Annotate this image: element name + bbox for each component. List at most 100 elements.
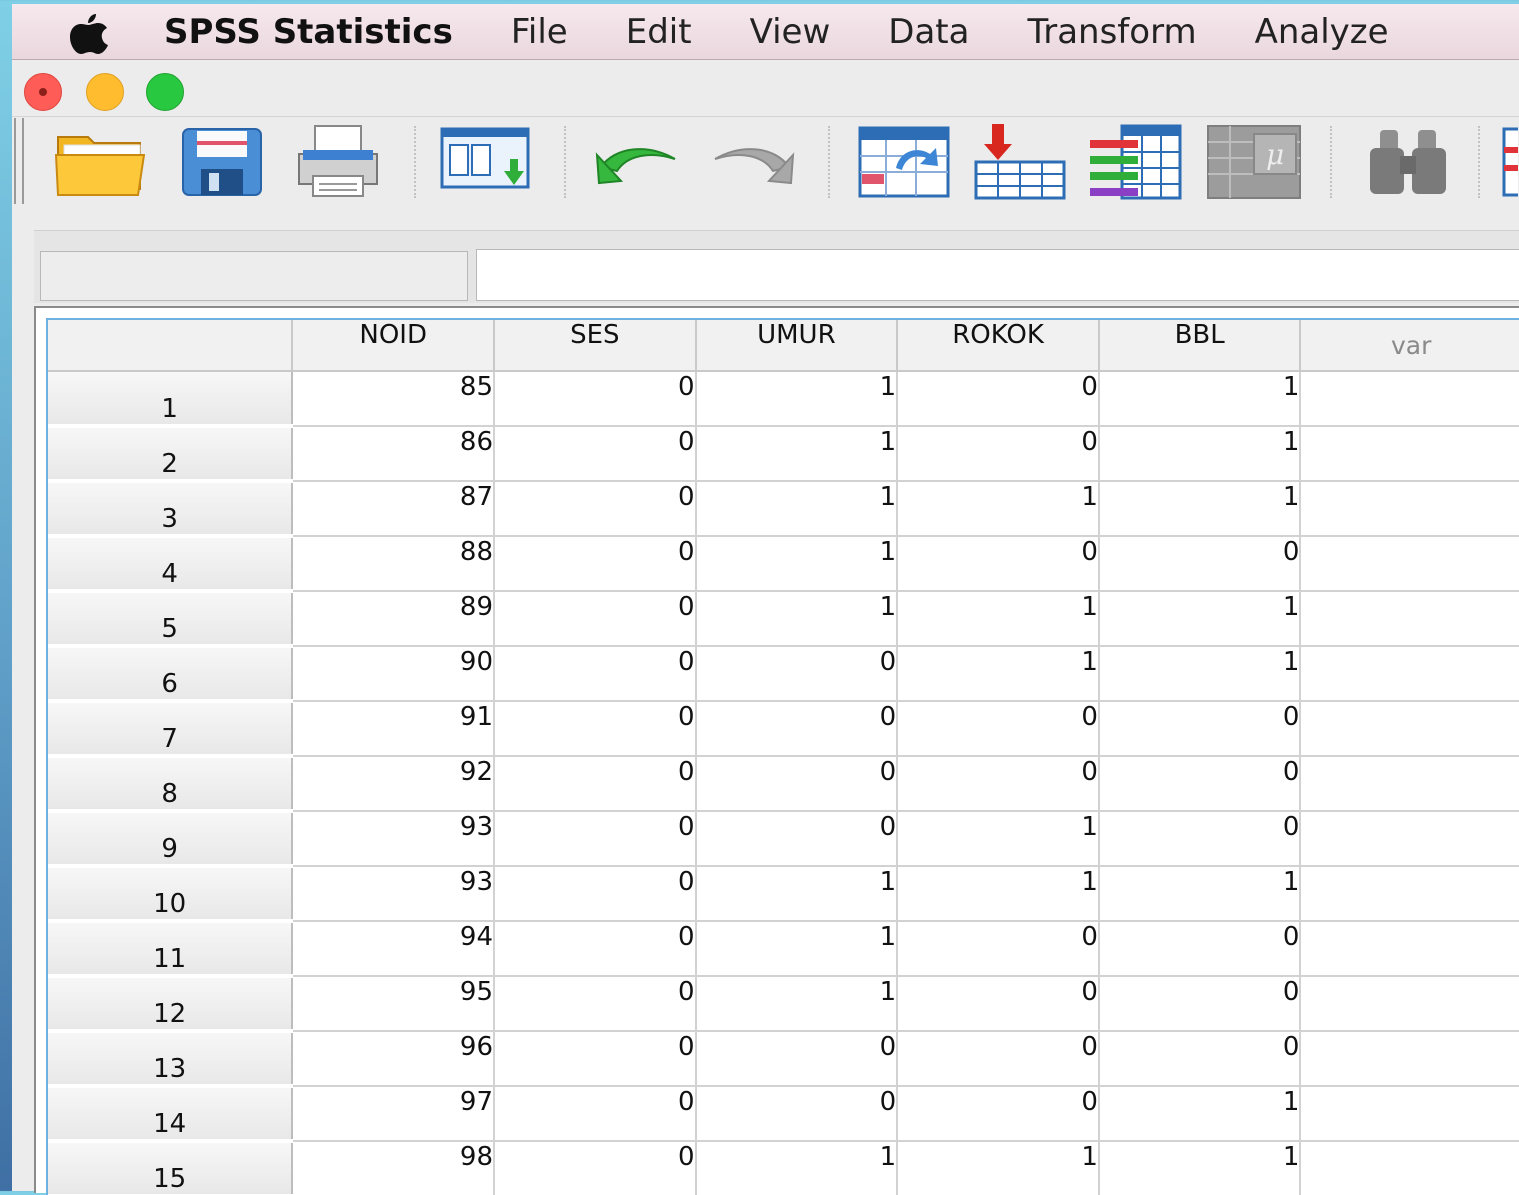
data-cell-noid[interactable]: 93 <box>292 866 495 922</box>
data-cell-rokok[interactable]: 0 <box>897 426 1100 482</box>
goto-case-icon[interactable] <box>854 122 954 202</box>
recall-dialog-icon[interactable] <box>436 122 536 202</box>
data-cell-rokok[interactable]: 0 <box>897 756 1100 812</box>
print-icon[interactable] <box>288 122 388 202</box>
undo-icon[interactable] <box>586 122 686 202</box>
data-cell-noid[interactable]: 90 <box>292 646 495 702</box>
variables-icon[interactable] <box>1086 122 1186 202</box>
data-cell-var[interactable] <box>1300 811 1519 867</box>
data-cell-ses[interactable]: 0 <box>494 811 697 867</box>
data-cell-var[interactable] <box>1300 591 1519 647</box>
row-header[interactable]: 2 <box>48 426 294 483</box>
data-cell-noid[interactable]: 87 <box>292 481 495 537</box>
row-header[interactable]: 5 <box>48 591 294 648</box>
row-header[interactable]: 4 <box>48 536 294 593</box>
data-cell-rokok[interactable]: 0 <box>897 536 1100 592</box>
data-cell-bbl[interactable]: 1 <box>1098 866 1302 922</box>
menu-transform[interactable]: Transform <box>1027 12 1196 52</box>
data-cell-rokok[interactable]: 1 <box>897 646 1100 702</box>
data-cell-var[interactable] <box>1300 1086 1519 1142</box>
data-cell-bbl[interactable]: 1 <box>1098 1086 1302 1142</box>
data-cell-noid[interactable]: 96 <box>292 1031 495 1087</box>
data-cell-var[interactable] <box>1300 371 1519 427</box>
row-header[interactable]: 7 <box>48 701 294 758</box>
data-cell-ses[interactable]: 0 <box>494 426 697 482</box>
data-cell-umur[interactable]: 1 <box>695 536 899 592</box>
menu-view[interactable]: View <box>750 12 831 52</box>
data-cell-var[interactable] <box>1300 426 1519 482</box>
data-cell-umur[interactable]: 1 <box>695 1141 899 1195</box>
column-header-rokok[interactable]: ROKOK <box>897 320 1100 372</box>
data-cell-noid[interactable]: 86 <box>292 426 495 482</box>
data-cell-rokok[interactable]: 0 <box>897 976 1100 1032</box>
data-cell-ses[interactable]: 0 <box>494 481 697 537</box>
data-cell-bbl[interactable]: 1 <box>1098 646 1302 702</box>
data-cell-bbl[interactable]: 0 <box>1098 756 1302 812</box>
column-header-var[interactable]: var <box>1300 320 1519 372</box>
data-cell-rokok[interactable]: 1 <box>897 481 1100 537</box>
data-cell-var[interactable] <box>1300 976 1519 1032</box>
run-descriptives-icon[interactable]: μ <box>1204 122 1304 202</box>
data-cell-var[interactable] <box>1300 921 1519 977</box>
data-cell-ses[interactable]: 0 <box>494 701 697 757</box>
menu-edit[interactable]: Edit <box>626 12 692 52</box>
data-cell-var[interactable] <box>1300 756 1519 812</box>
minimize-window-button[interactable] <box>86 73 124 111</box>
data-cell-umur[interactable]: 1 <box>695 371 899 427</box>
data-cell-bbl[interactable]: 1 <box>1098 481 1302 537</box>
data-cell-noid[interactable]: 95 <box>292 976 495 1032</box>
data-cell-ses[interactable]: 0 <box>494 1141 697 1195</box>
data-cell-noid[interactable]: 88 <box>292 536 495 592</box>
data-cell-bbl[interactable]: 0 <box>1098 536 1302 592</box>
data-cell-bbl[interactable]: 0 <box>1098 701 1302 757</box>
menu-analyze[interactable]: Analyze <box>1255 12 1389 52</box>
data-cell-ses[interactable]: 0 <box>494 646 697 702</box>
close-window-button[interactable] <box>24 73 62 111</box>
data-cell-umur[interactable]: 1 <box>695 481 899 537</box>
data-cell-rokok[interactable]: 0 <box>897 1031 1100 1087</box>
data-cell-umur[interactable]: 1 <box>695 591 899 647</box>
data-cell-var[interactable] <box>1300 701 1519 757</box>
data-cell-umur[interactable]: 1 <box>695 976 899 1032</box>
open-folder-icon[interactable] <box>54 122 154 202</box>
data-cell-noid[interactable]: 98 <box>292 1141 495 1195</box>
data-cell-ses[interactable]: 0 <box>494 591 697 647</box>
data-cell-umur[interactable]: 1 <box>695 426 899 482</box>
goto-variable-icon[interactable] <box>970 122 1070 202</box>
data-cell-umur[interactable]: 0 <box>695 756 899 812</box>
find-icon[interactable] <box>1358 122 1458 202</box>
row-header[interactable]: 8 <box>48 756 294 813</box>
column-header-umur[interactable]: UMUR <box>695 320 899 372</box>
menu-file[interactable]: File <box>511 12 568 52</box>
menu-app-name[interactable]: SPSS Statistics <box>164 12 453 52</box>
data-cell-noid[interactable]: 93 <box>292 811 495 867</box>
cell-reference-field[interactable] <box>40 251 468 301</box>
column-header-noid[interactable]: NOID <box>292 320 495 372</box>
insert-cases-icon[interactable] <box>1498 122 1519 202</box>
data-cell-ses[interactable]: 0 <box>494 1031 697 1087</box>
cell-value-field[interactable] <box>476 249 1519 301</box>
apple-icon[interactable] <box>62 4 116 59</box>
data-cell-ses[interactable]: 0 <box>494 756 697 812</box>
data-cell-var[interactable] <box>1300 536 1519 592</box>
data-cell-rokok[interactable]: 0 <box>897 1086 1100 1142</box>
row-header[interactable]: 11 <box>48 921 294 978</box>
menu-data[interactable]: Data <box>888 12 969 52</box>
column-header-ses[interactable]: SES <box>494 320 697 372</box>
data-cell-bbl[interactable]: 0 <box>1098 1031 1302 1087</box>
data-cell-rokok[interactable]: 1 <box>897 591 1100 647</box>
data-cell-var[interactable] <box>1300 866 1519 922</box>
data-cell-noid[interactable]: 97 <box>292 1086 495 1142</box>
row-header[interactable]: 9 <box>48 811 294 868</box>
data-cell-noid[interactable]: 85 <box>292 371 495 427</box>
data-cell-rokok[interactable]: 0 <box>897 371 1100 427</box>
data-cell-noid[interactable]: 91 <box>292 701 495 757</box>
toolbar-grip[interactable] <box>14 118 24 204</box>
data-cell-umur[interactable]: 0 <box>695 1086 899 1142</box>
data-cell-ses[interactable]: 0 <box>494 536 697 592</box>
data-cell-var[interactable] <box>1300 1141 1519 1195</box>
data-cell-var[interactable] <box>1300 481 1519 537</box>
data-cell-noid[interactable]: 92 <box>292 756 495 812</box>
data-cell-bbl[interactable]: 0 <box>1098 921 1302 977</box>
data-cell-bbl[interactable]: 1 <box>1098 1141 1302 1195</box>
